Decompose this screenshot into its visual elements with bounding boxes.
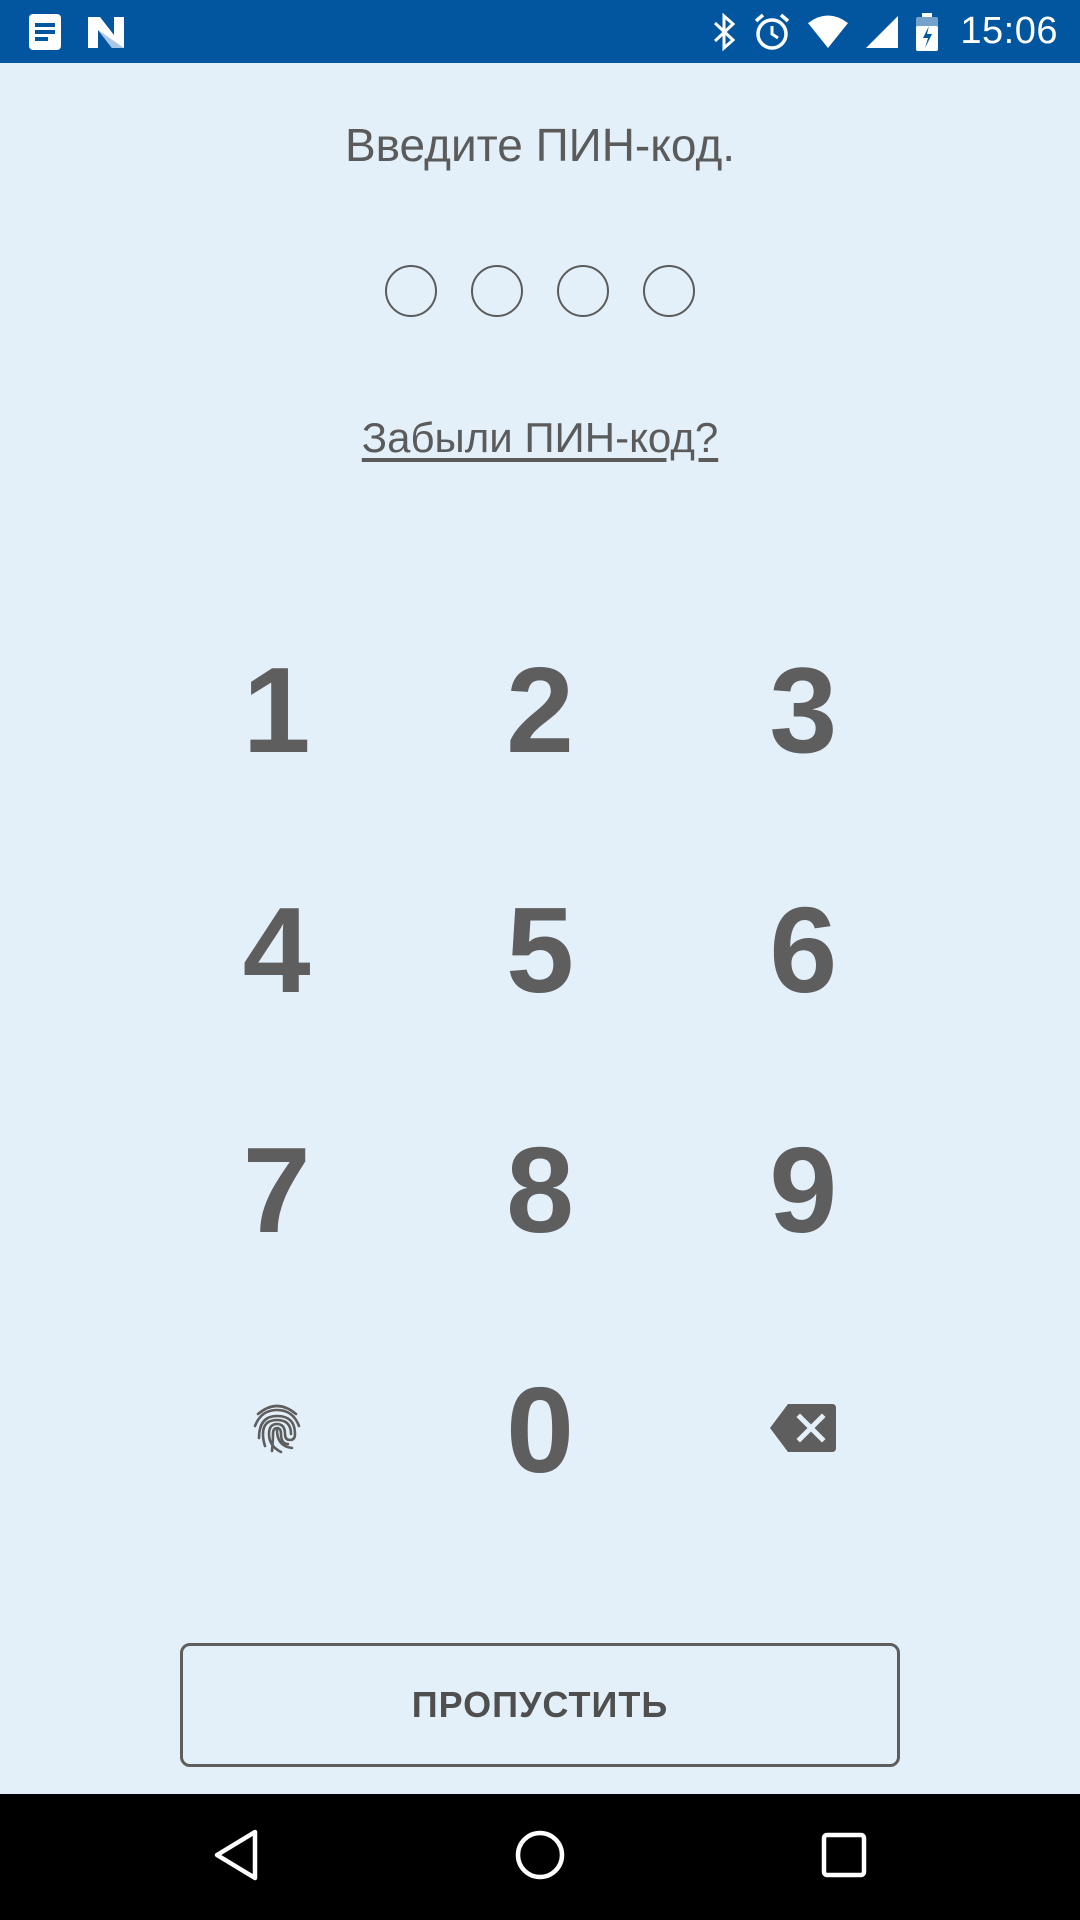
key-2[interactable]: 2 [408, 590, 671, 830]
forgot-pin-container: Забыли ПИН-код? [0, 414, 1080, 462]
recents-icon [821, 1832, 867, 1883]
pin-dot [643, 265, 695, 317]
pin-indicator [0, 265, 1080, 317]
forgot-pin-link[interactable]: Забыли ПИН-код? [362, 414, 718, 461]
signal-icon [864, 14, 900, 50]
page-title: Введите ПИН-код. [344, 119, 736, 171]
home-icon [514, 1829, 566, 1886]
bluetooth-icon [712, 12, 738, 51]
back-icon [213, 1829, 259, 1886]
fingerprint-icon [250, 1400, 304, 1461]
fingerprint-button[interactable] [145, 1310, 408, 1550]
numeric-keypad: 1 2 3 4 5 6 7 8 9 0 [145, 590, 935, 1550]
pin-dot [557, 265, 609, 317]
wifi-icon [806, 14, 850, 50]
status-time: 15:06 [960, 10, 1058, 52]
pin-dot [471, 265, 523, 317]
key-8[interactable]: 8 [408, 1070, 671, 1310]
key-6[interactable]: 6 [672, 830, 935, 1070]
key-5[interactable]: 5 [408, 830, 671, 1070]
key-0[interactable]: 0 [408, 1310, 671, 1550]
nav-back-button[interactable] [156, 1794, 316, 1920]
key-3[interactable]: 3 [672, 590, 935, 830]
key-4[interactable]: 4 [145, 830, 408, 1070]
pin-dot [385, 265, 437, 317]
notes-icon [28, 13, 62, 51]
key-9[interactable]: 9 [672, 1070, 935, 1310]
app-n-icon [86, 15, 126, 49]
battery-icon [914, 12, 940, 52]
alarm-icon [752, 12, 792, 52]
navigation-bar [0, 1794, 1080, 1920]
nav-home-button[interactable] [460, 1794, 620, 1920]
status-bar: 15:06 [0, 0, 1080, 63]
key-1[interactable]: 1 [145, 590, 408, 830]
backspace-icon [770, 1403, 837, 1457]
backspace-button[interactable] [672, 1310, 935, 1550]
key-7[interactable]: 7 [145, 1070, 408, 1310]
skip-button[interactable]: ПРОПУСТИТЬ [180, 1643, 900, 1767]
nav-recents-button[interactable] [764, 1794, 924, 1920]
